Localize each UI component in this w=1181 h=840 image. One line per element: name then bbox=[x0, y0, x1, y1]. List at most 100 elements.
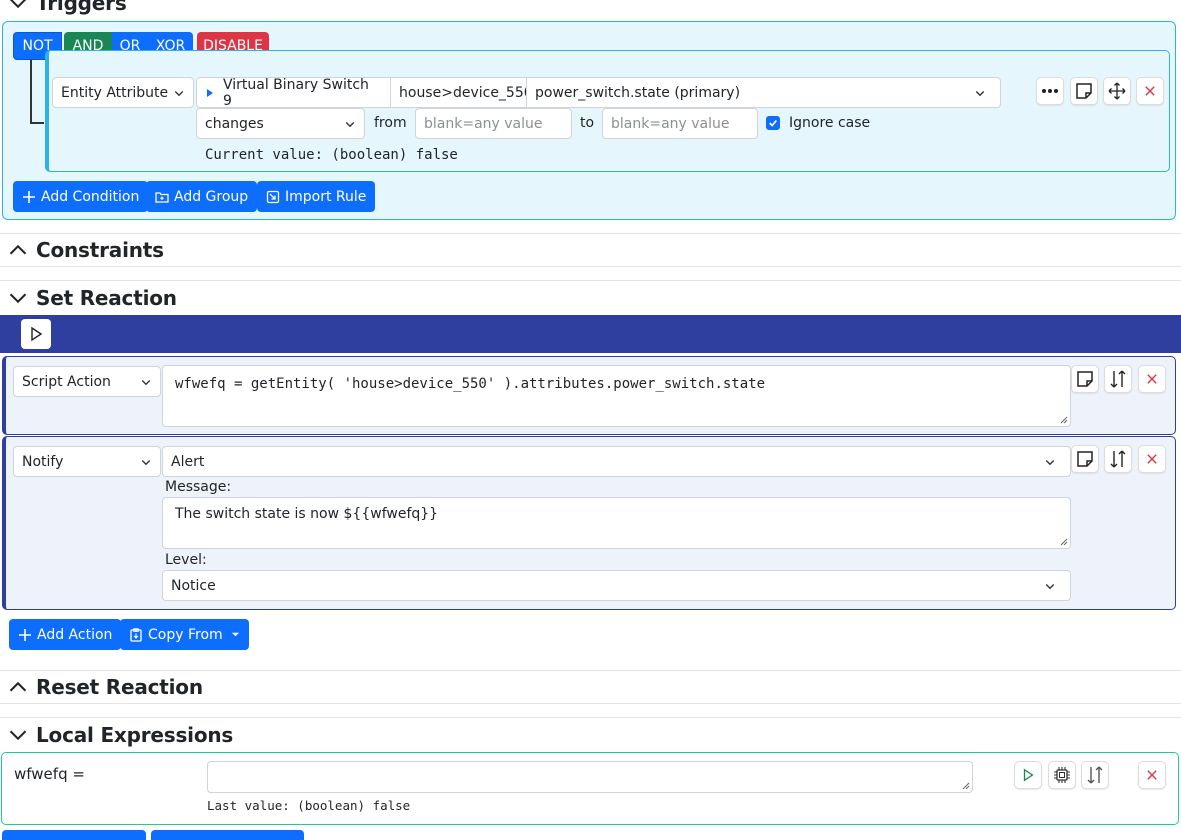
sort-arrows-icon bbox=[1087, 766, 1103, 784]
caret-down-icon bbox=[231, 632, 239, 637]
chevron-down-icon bbox=[9, 293, 27, 303]
attribute-value: power_switch.state (primary) bbox=[535, 84, 741, 101]
script-textarea[interactable]: wfwefq = getEntity( 'house>device_550' )… bbox=[162, 365, 1071, 427]
delete-expression-button[interactable] bbox=[1138, 761, 1166, 789]
reset-reaction-header[interactable]: Reset Reaction bbox=[0, 670, 1181, 704]
attribute-select[interactable]: power_switch.state (primary) bbox=[526, 77, 1001, 108]
script-action-type-select[interactable]: Script Action bbox=[13, 366, 161, 397]
move-arrows-icon bbox=[1108, 82, 1126, 100]
ellipsis-icon bbox=[1042, 89, 1058, 93]
from-input[interactable]: blank=any value bbox=[415, 108, 572, 139]
sticky-note-icon bbox=[1077, 451, 1093, 467]
chevron-down-icon bbox=[345, 121, 355, 127]
local-expressions-header[interactable]: Local Expressions bbox=[0, 717, 1181, 751]
reorder-notify-action-button[interactable] bbox=[1104, 445, 1132, 473]
tree-connector-branch bbox=[30, 122, 44, 124]
script-action-type-value: Script Action bbox=[22, 373, 111, 390]
folder-plus-icon bbox=[155, 191, 169, 203]
add-group-button[interactable]: Add Group bbox=[146, 181, 258, 212]
level-value: Notice bbox=[171, 577, 216, 594]
expression-cpu-button[interactable] bbox=[1048, 761, 1076, 789]
copy-script-action-button[interactable] bbox=[1071, 365, 1099, 393]
message-text: The switch state is now ${{wfwefq}} bbox=[175, 506, 439, 522]
chevron-down-icon bbox=[141, 379, 151, 385]
sticky-note-icon bbox=[1076, 83, 1092, 99]
import-rule-label: Import Rule bbox=[285, 188, 367, 205]
to-label: to bbox=[580, 115, 595, 131]
caret-right-icon bbox=[206, 88, 213, 97]
level-select[interactable]: Notice bbox=[162, 570, 1071, 601]
check-icon bbox=[769, 119, 777, 127]
section-title-reset-reaction: Reset Reaction bbox=[36, 675, 203, 699]
copy-from-label: Copy From bbox=[148, 626, 223, 643]
section-title-triggers: Triggers bbox=[36, 0, 127, 15]
entity-name: Virtual Binary Switch 9 bbox=[222, 76, 369, 109]
ignore-case-label: Ignore case bbox=[789, 115, 871, 131]
close-icon bbox=[1147, 374, 1157, 384]
chevron-down-icon bbox=[174, 90, 184, 96]
section-title-constraints: Constraints bbox=[36, 238, 164, 262]
chevron-down-icon bbox=[9, 0, 27, 9]
chevron-up-icon bbox=[9, 244, 27, 255]
chevron-down-icon bbox=[141, 459, 151, 465]
notify-method-select[interactable]: Alert bbox=[162, 446, 1071, 477]
entity-picker[interactable]: Virtual Binary Switch 9 bbox=[196, 76, 391, 109]
resize-grip-icon[interactable] bbox=[1060, 416, 1068, 424]
local-expression-textarea[interactable] bbox=[207, 761, 973, 793]
copy-from-button[interactable]: Copy From bbox=[120, 619, 249, 650]
condition-type-select[interactable]: Entity Attribute bbox=[52, 77, 194, 108]
chevron-down-icon bbox=[1045, 583, 1055, 589]
delete-condition-button[interactable] bbox=[1136, 77, 1164, 105]
cpu-icon bbox=[1054, 767, 1070, 783]
move-condition-button[interactable] bbox=[1103, 77, 1131, 105]
chevron-down-icon bbox=[975, 90, 985, 96]
level-label: Level: bbox=[165, 552, 207, 568]
add-action-button[interactable]: Add Action bbox=[9, 619, 122, 650]
resize-grip-icon[interactable] bbox=[1060, 538, 1068, 546]
chevron-up-icon bbox=[9, 681, 27, 692]
add-group-label: Add Group bbox=[174, 188, 249, 205]
delete-notify-action-button[interactable] bbox=[1138, 445, 1166, 473]
operator-select[interactable]: changes bbox=[196, 108, 365, 139]
constraints-header[interactable]: Constraints bbox=[0, 233, 1181, 267]
chevron-down-icon bbox=[1045, 459, 1055, 465]
clipboard-icon bbox=[130, 627, 142, 642]
triggers-header[interactable]: Triggers bbox=[0, 0, 1181, 20]
condition-type-value: Entity Attribute bbox=[61, 84, 169, 101]
operator-value: changes bbox=[205, 115, 264, 132]
current-value-text: Current value: (boolean) false bbox=[205, 147, 458, 163]
from-placeholder: blank=any value bbox=[424, 115, 543, 132]
message-label: Message: bbox=[165, 479, 232, 495]
close-icon bbox=[1145, 86, 1155, 96]
tree-connector bbox=[30, 60, 32, 124]
add-expression-button-partial[interactable] bbox=[2, 830, 146, 840]
chevron-down-icon bbox=[9, 730, 27, 740]
notify-type-select[interactable]: Notify bbox=[13, 446, 161, 477]
to-input[interactable]: blank=any value bbox=[602, 108, 758, 139]
resize-grip-icon[interactable] bbox=[962, 782, 970, 790]
delete-script-action-button[interactable] bbox=[1138, 365, 1166, 393]
ignore-case-checkbox[interactable] bbox=[766, 116, 780, 130]
close-icon bbox=[1147, 454, 1157, 464]
import-rule-button[interactable]: Import Rule bbox=[257, 181, 376, 212]
copy-notify-action-button[interactable] bbox=[1071, 445, 1099, 473]
run-reaction-button[interactable] bbox=[21, 319, 51, 349]
notify-type-value: Notify bbox=[22, 453, 64, 470]
sticky-note-icon bbox=[1077, 371, 1093, 387]
run-expression-button[interactable] bbox=[1014, 761, 1042, 789]
import-icon bbox=[266, 190, 280, 203]
add-condition-button[interactable]: Add Condition bbox=[13, 181, 149, 212]
message-textarea[interactable]: The switch state is now ${{wfwefq}} bbox=[162, 497, 1071, 549]
more-button[interactable] bbox=[1036, 77, 1064, 105]
secondary-button-partial[interactable] bbox=[151, 830, 304, 840]
reorder-expression-button[interactable] bbox=[1081, 761, 1109, 789]
reorder-script-action-button[interactable] bbox=[1104, 365, 1132, 393]
script-text: wfwefq = getEntity( 'house>device_550' )… bbox=[175, 376, 766, 392]
notify-method-value: Alert bbox=[171, 453, 205, 470]
copy-condition-button[interactable] bbox=[1070, 77, 1098, 105]
set-reaction-header[interactable]: Set Reaction bbox=[0, 280, 1181, 314]
add-action-label: Add Action bbox=[37, 626, 113, 643]
section-title-local-expressions: Local Expressions bbox=[36, 722, 234, 747]
section-title-set-reaction: Set Reaction bbox=[36, 285, 177, 310]
play-icon bbox=[1023, 768, 1034, 782]
